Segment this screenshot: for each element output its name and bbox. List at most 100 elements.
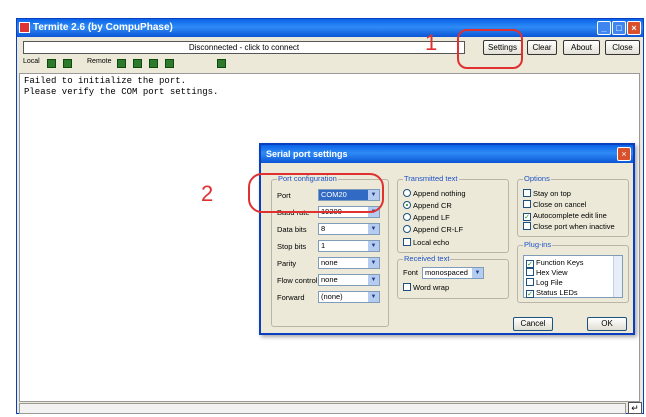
local-led-icon: [63, 59, 72, 68]
flow-row: Flow control none ▼: [277, 274, 387, 286]
font-row: Font: [403, 268, 418, 278]
annotation-number-1: 1: [425, 30, 438, 55]
databits-select[interactable]: 8 ▼: [318, 223, 380, 235]
group-label: Plug-ins: [523, 240, 553, 249]
close-window-button[interactable]: ×: [627, 21, 641, 35]
close-inactive-checkbox[interactable]: Close port when inactive: [523, 222, 615, 232]
connect-status-bar[interactable]: Disconnected - click to connect: [23, 41, 465, 54]
checkbox-icon: [403, 283, 411, 291]
checkbox-icon: [523, 189, 531, 197]
plugins-group: Plug-ins ✓ Function Keys Hex View Log Fil…: [517, 240, 629, 303]
field-label: Data bits: [277, 225, 307, 234]
chevron-down-icon: ▼: [368, 224, 379, 234]
stay-on-top-checkbox[interactable]: Stay on top: [523, 189, 571, 199]
annotation-highlight-settings: [457, 29, 523, 69]
autocomplete-checkbox[interactable]: ✓ Autocomplete edit line: [523, 211, 607, 221]
option-label: Append CR: [413, 201, 452, 210]
option-label: Hex View: [536, 268, 568, 277]
list-item[interactable]: ✓ Function Keys: [526, 258, 584, 268]
font-select[interactable]: monospaced ▼: [422, 267, 484, 279]
checkmark-icon: ✓: [526, 260, 534, 268]
chevron-down-icon: ▼: [472, 268, 483, 278]
append-nothing-option[interactable]: Append nothing: [403, 189, 466, 199]
group-label: Options: [523, 174, 551, 183]
dialog-close-icon[interactable]: ×: [617, 147, 631, 161]
option-label: Close on cancel: [533, 200, 587, 209]
local-label: Local: [23, 58, 40, 65]
select-value: none: [321, 275, 338, 284]
field-label: Stop bits: [277, 242, 307, 251]
checkmark-icon: ✓: [526, 290, 534, 298]
append-cr-option[interactable]: Append CR: [403, 201, 452, 211]
maximize-button[interactable]: □: [612, 21, 626, 35]
radio-icon: [403, 213, 411, 221]
parity-select[interactable]: none ▼: [318, 257, 380, 269]
about-button[interactable]: About: [563, 40, 600, 55]
annotation-number-2: 2: [201, 181, 214, 206]
select-value: 8: [321, 224, 326, 233]
plugins-list[interactable]: ✓ Function Keys Hex View Log File ✓ Status…: [523, 255, 623, 298]
checkbox-icon: [523, 222, 531, 230]
option-label: Append CR-LF: [413, 225, 464, 234]
remote-led-icon: [133, 59, 142, 68]
word-wrap-checkbox[interactable]: Word wrap: [403, 283, 449, 293]
select-value: 1: [321, 241, 326, 250]
radio-selected-icon: [403, 201, 411, 209]
chevron-down-icon: ▼: [368, 241, 379, 251]
field-label: Flow control: [277, 276, 318, 285]
chevron-down-icon: ▼: [368, 275, 379, 285]
send-icon[interactable]: ↵: [628, 402, 642, 414]
options-group: Options Stay on top Close on cancel ✓ Aut…: [517, 174, 629, 237]
option-label: Stay on top: [533, 189, 571, 198]
stopbits-row: Stop bits 1 ▼: [277, 240, 387, 252]
list-item[interactable]: ✓ Status LEDs: [526, 288, 578, 298]
append-crlf-option[interactable]: Append CR-LF: [403, 225, 463, 235]
remote-led-icon: [165, 59, 174, 68]
parity-row: Parity none ▼: [277, 257, 387, 269]
option-label: Close port when inactive: [533, 222, 615, 231]
app-icon: [19, 22, 30, 33]
chevron-down-icon: ▼: [368, 258, 379, 268]
group-label: Received text: [403, 254, 451, 263]
option-label: Append LF: [413, 213, 450, 222]
select-value: none: [321, 258, 338, 267]
stopbits-select[interactable]: 1 ▼: [318, 240, 380, 252]
remote-label: Remote: [87, 58, 112, 65]
field-label: Font: [403, 268, 419, 277]
minimize-button[interactable]: _: [597, 21, 611, 35]
local-led-icon: [47, 59, 56, 68]
list-item[interactable]: Hex View: [526, 268, 568, 278]
remote-led-icon: [149, 59, 158, 68]
remote-led-icon: [117, 59, 126, 68]
close-on-cancel-checkbox[interactable]: Close on cancel: [523, 200, 586, 210]
list-item[interactable]: Log File: [526, 278, 563, 288]
option-label: Local echo: [413, 238, 450, 247]
received-text-group: Received text Font monospaced ▼ Word wra…: [397, 254, 509, 299]
chevron-down-icon: ▼: [368, 292, 379, 302]
cancel-button[interactable]: Cancel: [513, 317, 553, 331]
option-label: Append nothing: [413, 189, 466, 198]
local-echo-checkbox[interactable]: Local echo: [403, 238, 449, 248]
flow-select[interactable]: none ▼: [318, 274, 380, 286]
radio-icon: [403, 189, 411, 197]
option-label: Word wrap: [413, 283, 450, 292]
close-button[interactable]: Close: [605, 40, 640, 55]
append-lf-option[interactable]: Append LF: [403, 213, 450, 223]
terminal-line: Failed to initialize the port.: [24, 76, 187, 86]
checkbox-icon: [526, 278, 534, 286]
list-scrollbar[interactable]: [613, 256, 622, 297]
annotation-highlight-port: [248, 173, 384, 213]
field-label: Parity: [277, 259, 297, 268]
option-label: Function Keys: [536, 258, 584, 267]
select-value: (none): [321, 292, 343, 301]
terminal-line: Please verify the COM port settings.: [24, 87, 219, 97]
forward-select[interactable]: (none) ▼: [318, 291, 380, 303]
checkbox-icon: [523, 200, 531, 208]
clear-button[interactable]: Clear: [527, 40, 557, 55]
transmitted-text-group: Transmitted text Append nothing Append C…: [397, 174, 509, 253]
plugin-led-icon: [217, 59, 226, 68]
ok-button[interactable]: OK: [587, 317, 627, 331]
indicator-row: Local Remote: [21, 57, 341, 71]
title-bar: Termite 2.6 (by CompuPhase) _ □ ×: [17, 19, 643, 37]
send-input[interactable]: [19, 403, 626, 414]
